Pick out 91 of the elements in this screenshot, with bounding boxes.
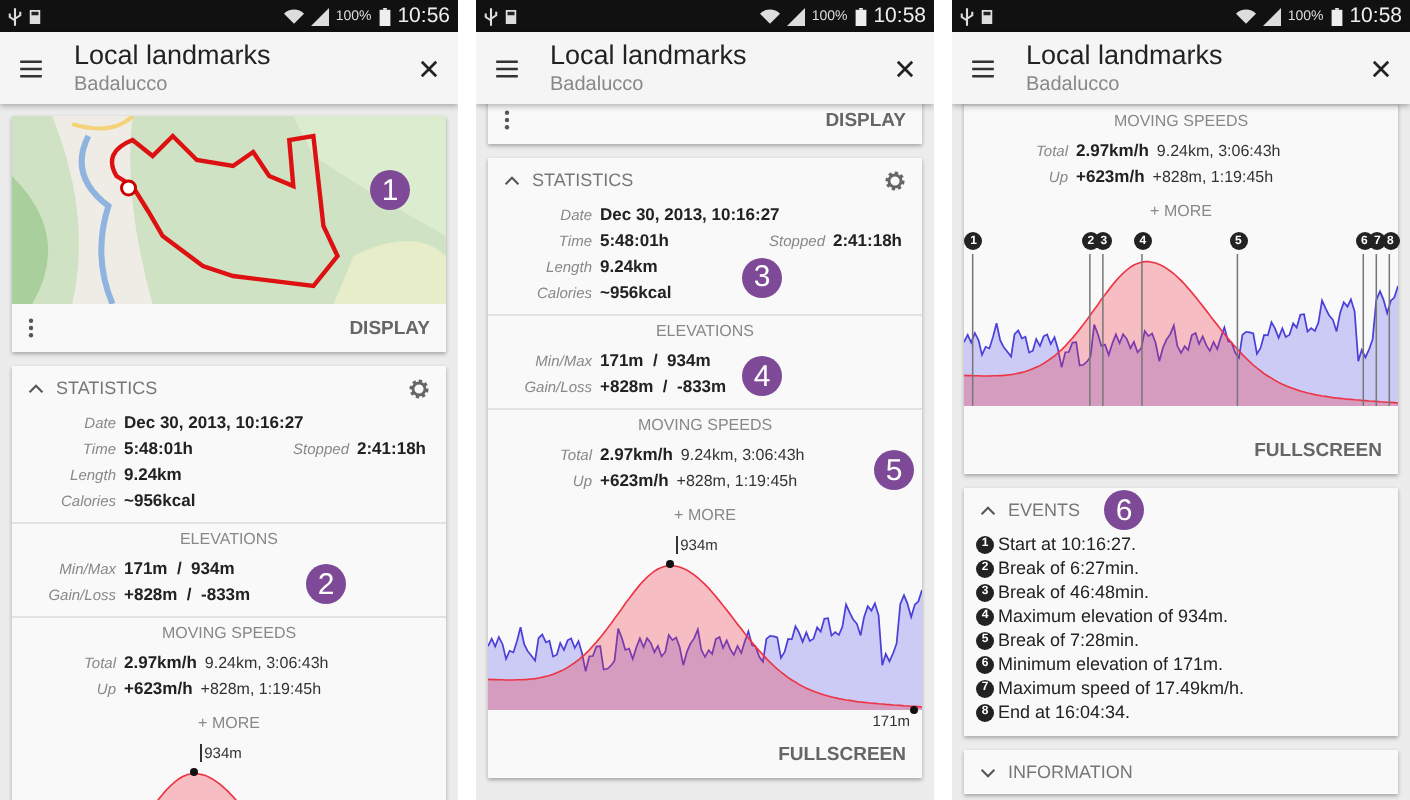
- stat-detail: 9.24km, 3:06:43h: [204, 654, 329, 672]
- more-icon[interactable]: [28, 318, 34, 338]
- stat-value: 9.24km: [600, 256, 658, 276]
- stat-value: 5:48:01h: [124, 438, 193, 458]
- stat-value: 2.97km/h: [1076, 140, 1149, 160]
- settings-icon[interactable]: [884, 169, 906, 191]
- stat-detail: +828m, 1:19:45h: [676, 472, 798, 490]
- card-title[interactable]: STATISTICS: [532, 170, 634, 190]
- signal-icon: [309, 7, 330, 25]
- fullscreen-button[interactable]: FULLSCREEN: [1254, 433, 1382, 467]
- stat-value: 171m / 934m: [600, 350, 711, 370]
- close-icon[interactable]: [420, 59, 438, 77]
- wifi-icon: [759, 7, 780, 25]
- peak-marker-icon: [190, 768, 199, 776]
- stat-value: Dec 30, 2013, 10:16:27: [124, 412, 304, 432]
- event-text: End at 16:04:34.: [998, 702, 1131, 722]
- display-button[interactable]: DISPLAY: [349, 311, 430, 345]
- signal-icon: [1261, 7, 1282, 25]
- chevron-down-icon[interactable]: [980, 767, 996, 777]
- menu-icon[interactable]: [972, 59, 994, 77]
- event-text: Maximum speed of 17.49km/h.: [998, 678, 1245, 698]
- wifi-icon: [283, 7, 304, 25]
- event-text: Break of 46:48min.: [998, 582, 1150, 602]
- clock: 10:58: [1349, 4, 1402, 28]
- stat-detail: +828m, 1:19:45h: [1152, 168, 1274, 186]
- event-text: Maximum elevation of 934m.: [998, 606, 1229, 626]
- app-title: Local landmarks: [550, 39, 749, 71]
- app-subtitle: Badalucco: [74, 71, 170, 97]
- stat-value: 2.97km/h: [124, 652, 197, 672]
- display-button[interactable]: DISPLAY: [825, 103, 906, 137]
- stat-value: +828m / -833m: [124, 584, 251, 604]
- more-button[interactable]: + MORE: [674, 501, 736, 527]
- sd-card-icon: [980, 7, 994, 25]
- stat-value: 2:41:18h: [357, 438, 426, 458]
- stat-detail: +828m, 1:19:45h: [200, 680, 322, 698]
- stat-value: 9.24km: [124, 464, 182, 484]
- app-subtitle: Badalucco: [1026, 71, 1122, 97]
- stat-detail: 9.24km, 3:06:43h: [1156, 142, 1281, 160]
- stat-value: Dec 30, 2013, 10:16:27: [600, 204, 780, 224]
- chevron-up-icon[interactable]: [28, 383, 44, 393]
- more-button[interactable]: + MORE: [1150, 197, 1212, 223]
- stat-value: 2:41:18h: [833, 230, 902, 250]
- menu-icon[interactable]: [496, 59, 518, 77]
- battery-icon: [853, 7, 868, 25]
- low-marker-icon: [910, 706, 918, 714]
- callout-number: 4: [742, 356, 782, 396]
- battery-icon: [1329, 7, 1344, 25]
- usb-icon: [8, 7, 22, 25]
- app-title: Local landmarks: [74, 39, 273, 71]
- app-subtitle: Badalucco: [550, 71, 646, 97]
- stat-value: 171m / 934m: [124, 558, 235, 578]
- event-text: Break of 6:27min.: [998, 558, 1140, 578]
- battery-icon: [377, 7, 392, 25]
- event-text: Start at 10:16:27.: [998, 534, 1137, 554]
- event-text: Break of 7:28min.: [998, 630, 1140, 650]
- stat-value: +828m / -833m: [600, 376, 727, 396]
- callout-number: 6: [1104, 490, 1145, 530]
- more-icon[interactable]: [504, 110, 510, 130]
- chevron-up-icon[interactable]: [980, 505, 996, 515]
- event-text: Minimum elevation of 171m.: [998, 654, 1224, 674]
- callout-number: 5: [874, 450, 914, 490]
- stat-value: +623m/h: [600, 470, 669, 490]
- stat-detail: 9.24km, 3:06:43h: [680, 446, 805, 464]
- wifi-icon: [1235, 7, 1256, 25]
- usb-icon: [960, 7, 974, 25]
- clock: 10:58: [873, 4, 926, 28]
- signal-icon: [785, 7, 806, 25]
- stat-value: 5:48:01h: [600, 230, 669, 250]
- menu-icon[interactable]: [20, 59, 42, 77]
- usb-icon: [484, 7, 498, 25]
- close-icon[interactable]: [896, 59, 914, 77]
- stat-value: +623m/h: [1076, 166, 1145, 186]
- callout-number: 2: [306, 564, 346, 604]
- sd-card-icon: [504, 7, 518, 25]
- card-title[interactable]: INFORMATION: [1008, 762, 1133, 782]
- peak-marker-icon: [666, 560, 675, 568]
- fullscreen-button[interactable]: FULLSCREEN: [778, 737, 906, 771]
- chevron-up-icon[interactable]: [504, 175, 520, 185]
- callout-number: 3: [742, 257, 782, 298]
- app-title: Local landmarks: [1026, 39, 1225, 71]
- stat-value: +623m/h: [124, 678, 193, 698]
- close-icon[interactable]: [1372, 59, 1390, 77]
- stat-value: ~956kcal: [600, 282, 672, 302]
- clock: 10:56: [397, 4, 450, 28]
- settings-icon[interactable]: [408, 377, 430, 399]
- card-title[interactable]: STATISTICS: [56, 378, 158, 398]
- stat-value: ~956kcal: [124, 490, 196, 510]
- sd-card-icon: [28, 7, 42, 25]
- more-button[interactable]: + MORE: [198, 709, 260, 735]
- card-title[interactable]: EVENTS: [1008, 500, 1081, 520]
- stat-value: 2.97km/h: [600, 444, 673, 464]
